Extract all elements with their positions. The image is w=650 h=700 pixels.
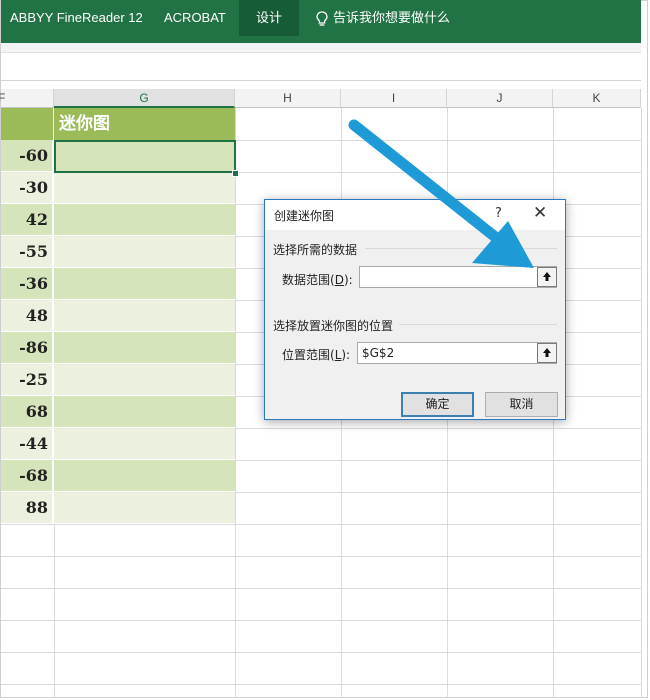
blue-arrow-icon bbox=[348, 119, 534, 268]
